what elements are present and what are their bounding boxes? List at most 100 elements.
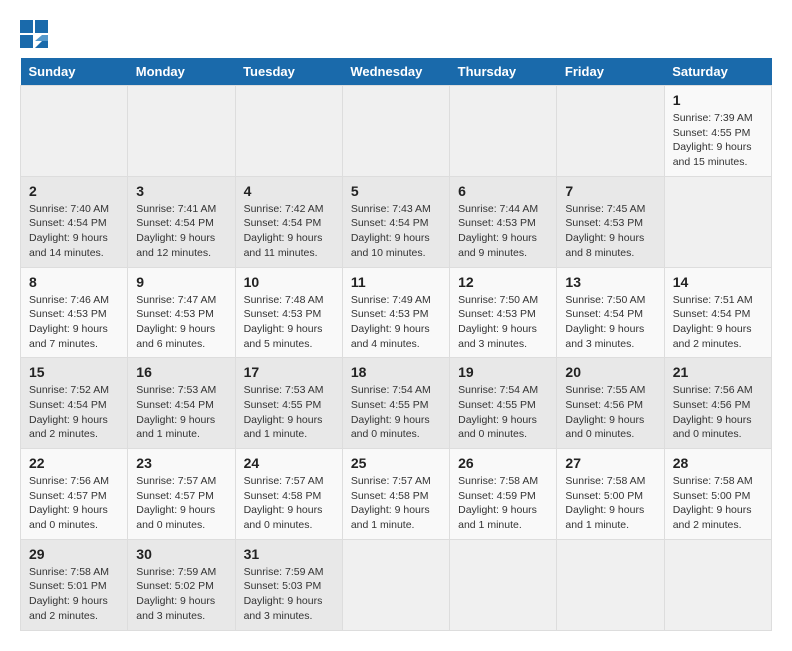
- day-number: 26: [458, 455, 548, 471]
- calendar-cell: 20 Sunrise: 7:55 AM Sunset: 4:56 PM Dayl…: [557, 358, 664, 449]
- day-number: 6: [458, 183, 548, 199]
- week-row-5: 22 Sunrise: 7:56 AM Sunset: 4:57 PM Dayl…: [21, 449, 772, 540]
- daylight-label: Daylight: 9 hours and 12 minutes.: [136, 232, 215, 259]
- day-number: 13: [565, 274, 655, 290]
- sunrise-label: Sunrise: 7:56 AM: [29, 475, 109, 487]
- calendar-cell: 6 Sunrise: 7:44 AM Sunset: 4:53 PM Dayli…: [450, 176, 557, 267]
- day-info: Sunrise: 7:54 AM Sunset: 4:55 PM Dayligh…: [351, 383, 441, 442]
- daylight-label: Daylight: 9 hours and 3 minutes.: [565, 323, 644, 350]
- sunrise-label: Sunrise: 7:53 AM: [136, 384, 216, 396]
- day-info: Sunrise: 7:56 AM Sunset: 4:57 PM Dayligh…: [29, 474, 119, 533]
- sunset-label: Sunset: 5:03 PM: [244, 580, 322, 592]
- calendar-cell: [128, 86, 235, 177]
- sunset-label: Sunset: 4:53 PM: [458, 217, 536, 229]
- calendar-cell: 10 Sunrise: 7:48 AM Sunset: 4:53 PM Dayl…: [235, 267, 342, 358]
- sunrise-label: Sunrise: 7:39 AM: [673, 112, 753, 124]
- sunrise-label: Sunrise: 7:49 AM: [351, 294, 431, 306]
- sunrise-label: Sunrise: 7:54 AM: [458, 384, 538, 396]
- calendar-table: SundayMondayTuesdayWednesdayThursdayFrid…: [20, 58, 772, 631]
- day-info: Sunrise: 7:39 AM Sunset: 4:55 PM Dayligh…: [673, 111, 763, 170]
- daylight-label: Daylight: 9 hours and 2 minutes.: [29, 595, 108, 622]
- daylight-label: Daylight: 9 hours and 6 minutes.: [136, 323, 215, 350]
- daylight-label: Daylight: 9 hours and 1 minute.: [458, 504, 537, 531]
- sunrise-label: Sunrise: 7:57 AM: [136, 475, 216, 487]
- sunrise-label: Sunrise: 7:46 AM: [29, 294, 109, 306]
- day-info: Sunrise: 7:57 AM Sunset: 4:57 PM Dayligh…: [136, 474, 226, 533]
- daylight-label: Daylight: 9 hours and 1 minute.: [351, 504, 430, 531]
- day-number: 31: [244, 546, 334, 562]
- calendar-cell: 17 Sunrise: 7:53 AM Sunset: 4:55 PM Dayl…: [235, 358, 342, 449]
- day-number: 2: [29, 183, 119, 199]
- calendar-cell: [450, 86, 557, 177]
- sunset-label: Sunset: 4:54 PM: [29, 399, 107, 411]
- sunset-label: Sunset: 4:54 PM: [29, 217, 107, 229]
- daylight-label: Daylight: 9 hours and 9 minutes.: [458, 232, 537, 259]
- sunset-label: Sunset: 4:53 PM: [29, 308, 107, 320]
- sunset-label: Sunset: 5:01 PM: [29, 580, 107, 592]
- weekday-header-tuesday: Tuesday: [235, 58, 342, 86]
- page-header: [20, 20, 772, 48]
- day-number: 1: [673, 92, 763, 108]
- day-info: Sunrise: 7:58 AM Sunset: 5:00 PM Dayligh…: [673, 474, 763, 533]
- sunrise-label: Sunrise: 7:41 AM: [136, 203, 216, 215]
- day-info: Sunrise: 7:58 AM Sunset: 5:01 PM Dayligh…: [29, 565, 119, 624]
- weekday-header-saturday: Saturday: [664, 58, 771, 86]
- daylight-label: Daylight: 9 hours and 14 minutes.: [29, 232, 108, 259]
- day-info: Sunrise: 7:57 AM Sunset: 4:58 PM Dayligh…: [351, 474, 441, 533]
- day-info: Sunrise: 7:52 AM Sunset: 4:54 PM Dayligh…: [29, 383, 119, 442]
- daylight-label: Daylight: 9 hours and 1 minute.: [565, 504, 644, 531]
- sunrise-label: Sunrise: 7:45 AM: [565, 203, 645, 215]
- daylight-label: Daylight: 9 hours and 10 minutes.: [351, 232, 430, 259]
- calendar-cell: 5 Sunrise: 7:43 AM Sunset: 4:54 PM Dayli…: [342, 176, 449, 267]
- day-number: 23: [136, 455, 226, 471]
- calendar-cell: 21 Sunrise: 7:56 AM Sunset: 4:56 PM Dayl…: [664, 358, 771, 449]
- weekday-header-row: SundayMondayTuesdayWednesdayThursdayFrid…: [21, 58, 772, 86]
- sunset-label: Sunset: 4:54 PM: [136, 399, 214, 411]
- day-info: Sunrise: 7:40 AM Sunset: 4:54 PM Dayligh…: [29, 202, 119, 261]
- week-row-4: 15 Sunrise: 7:52 AM Sunset: 4:54 PM Dayl…: [21, 358, 772, 449]
- sunset-label: Sunset: 4:58 PM: [351, 490, 429, 502]
- day-number: 19: [458, 364, 548, 380]
- day-number: 5: [351, 183, 441, 199]
- day-number: 21: [673, 364, 763, 380]
- sunrise-label: Sunrise: 7:53 AM: [244, 384, 324, 396]
- sunrise-label: Sunrise: 7:58 AM: [565, 475, 645, 487]
- sunrise-label: Sunrise: 7:40 AM: [29, 203, 109, 215]
- daylight-label: Daylight: 9 hours and 2 minutes.: [29, 414, 108, 441]
- calendar-cell: [342, 86, 449, 177]
- day-number: 17: [244, 364, 334, 380]
- day-number: 7: [565, 183, 655, 199]
- week-row-1: 1 Sunrise: 7:39 AM Sunset: 4:55 PM Dayli…: [21, 86, 772, 177]
- sunrise-label: Sunrise: 7:57 AM: [351, 475, 431, 487]
- sunset-label: Sunset: 4:53 PM: [244, 308, 322, 320]
- day-number: 24: [244, 455, 334, 471]
- daylight-label: Daylight: 9 hours and 2 minutes.: [673, 504, 752, 531]
- sunset-label: Sunset: 4:56 PM: [673, 399, 751, 411]
- calendar-cell: 31 Sunrise: 7:59 AM Sunset: 5:03 PM Dayl…: [235, 539, 342, 630]
- day-info: Sunrise: 7:51 AM Sunset: 4:54 PM Dayligh…: [673, 293, 763, 352]
- sunset-label: Sunset: 4:56 PM: [565, 399, 643, 411]
- sunset-label: Sunset: 4:54 PM: [244, 217, 322, 229]
- sunrise-label: Sunrise: 7:58 AM: [673, 475, 753, 487]
- weekday-header-wednesday: Wednesday: [342, 58, 449, 86]
- sunset-label: Sunset: 4:57 PM: [136, 490, 214, 502]
- calendar-cell: [664, 176, 771, 267]
- sunset-label: Sunset: 4:54 PM: [565, 308, 643, 320]
- day-info: Sunrise: 7:47 AM Sunset: 4:53 PM Dayligh…: [136, 293, 226, 352]
- week-row-2: 2 Sunrise: 7:40 AM Sunset: 4:54 PM Dayli…: [21, 176, 772, 267]
- calendar-cell: 2 Sunrise: 7:40 AM Sunset: 4:54 PM Dayli…: [21, 176, 128, 267]
- day-number: 8: [29, 274, 119, 290]
- calendar-cell: 1 Sunrise: 7:39 AM Sunset: 4:55 PM Dayli…: [664, 86, 771, 177]
- calendar-cell: 8 Sunrise: 7:46 AM Sunset: 4:53 PM Dayli…: [21, 267, 128, 358]
- calendar-cell: [235, 86, 342, 177]
- calendar-cell: 29 Sunrise: 7:58 AM Sunset: 5:01 PM Dayl…: [21, 539, 128, 630]
- calendar-cell: 25 Sunrise: 7:57 AM Sunset: 4:58 PM Dayl…: [342, 449, 449, 540]
- day-number: 12: [458, 274, 548, 290]
- calendar-cell: 27 Sunrise: 7:58 AM Sunset: 5:00 PM Dayl…: [557, 449, 664, 540]
- sunset-label: Sunset: 4:53 PM: [136, 308, 214, 320]
- day-info: Sunrise: 7:55 AM Sunset: 4:56 PM Dayligh…: [565, 383, 655, 442]
- sunrise-label: Sunrise: 7:51 AM: [673, 294, 753, 306]
- day-number: 18: [351, 364, 441, 380]
- weekday-header-monday: Monday: [128, 58, 235, 86]
- day-number: 16: [136, 364, 226, 380]
